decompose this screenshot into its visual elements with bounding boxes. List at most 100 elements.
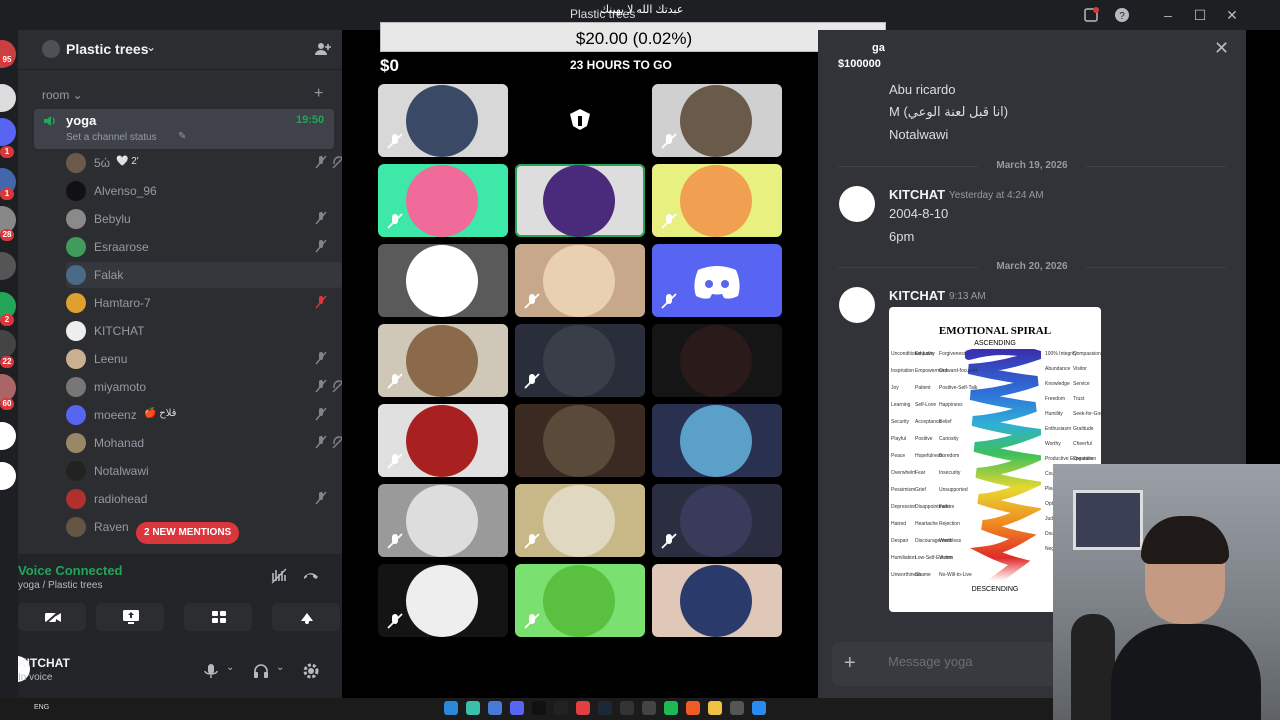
user-name[interactable]: KITCHAT	[18, 656, 70, 670]
app-icon[interactable]	[620, 701, 634, 715]
video-tile[interactable]	[515, 244, 645, 317]
create-channel-icon[interactable]: +	[314, 85, 323, 103]
video-tile[interactable]	[378, 324, 508, 397]
chevron-down-icon[interactable]: ⌄	[226, 662, 244, 680]
member-avatar	[66, 405, 86, 425]
video-tile[interactable]	[378, 84, 508, 157]
files-icon[interactable]	[488, 701, 502, 715]
add-attachment-icon[interactable]: +	[844, 652, 856, 675]
video-tile[interactable]	[515, 84, 645, 157]
video-tile[interactable]	[652, 84, 782, 157]
invite-people-icon[interactable]	[314, 40, 332, 58]
spiral-word: Freedom	[1045, 396, 1066, 402]
share-screen-button[interactable]	[96, 603, 164, 631]
voice-member[interactable]: Esraarose	[66, 234, 342, 260]
server-icon[interactable]	[0, 330, 16, 358]
disconnect-icon[interactable]	[302, 567, 320, 585]
mic-muted-icon	[524, 613, 540, 629]
mic-muted-icon	[524, 533, 540, 549]
chrome-icon[interactable]	[576, 701, 590, 715]
chevron-down-icon[interactable]: ⌄	[276, 662, 294, 680]
mic-muted-icon	[387, 213, 403, 229]
voice-connection-location[interactable]: yoga / Plastic trees	[18, 580, 102, 591]
voice-member[interactable]: Notalwawi	[66, 458, 342, 484]
mic-muted-icon	[387, 453, 403, 469]
server-icon[interactable]	[0, 462, 16, 490]
activities-button[interactable]	[184, 603, 252, 631]
pencil-icon[interactable]: ✎	[178, 131, 186, 142]
voice-member[interactable]: 5ώ 🤍 2'	[66, 150, 342, 176]
member-avatar	[66, 377, 86, 397]
member-avatar	[66, 517, 86, 537]
noise-suppression-icon[interactable]	[270, 567, 288, 585]
video-tile[interactable]	[515, 564, 645, 637]
toggle-camera-button[interactable]	[18, 603, 86, 631]
participant-avatar	[406, 405, 478, 477]
voice-member[interactable]: Leenu	[66, 346, 342, 372]
voice-member[interactable]: Hamtaro-7	[66, 290, 342, 316]
app-icon[interactable]	[466, 701, 480, 715]
server-icon[interactable]	[0, 84, 16, 112]
video-tile[interactable]	[378, 164, 508, 237]
video-tile[interactable]	[652, 324, 782, 397]
voice-member[interactable]: radiohead	[66, 486, 342, 512]
voice-member[interactable]: Mohanad	[66, 430, 342, 456]
settings-gear-icon[interactable]	[302, 662, 320, 680]
video-tile[interactable]	[652, 484, 782, 557]
discord-icon[interactable]	[510, 701, 524, 715]
video-tile[interactable]	[515, 404, 645, 477]
xbox-icon[interactable]	[642, 701, 656, 715]
video-tile[interactable]	[378, 404, 508, 477]
close-icon[interactable]: ✕	[1214, 38, 1229, 59]
server-icon[interactable]	[0, 252, 16, 280]
voice-channel-yoga[interactable]: yoga 19:50 Set a channel status ✎	[34, 109, 334, 149]
minimize-button[interactable]: –	[1158, 5, 1178, 25]
edge-icon[interactable]	[444, 701, 458, 715]
microphone-icon[interactable]	[202, 662, 220, 680]
search-icon[interactable]	[730, 701, 744, 715]
tiktok-icon[interactable]	[532, 701, 546, 715]
brave-icon[interactable]	[686, 701, 700, 715]
voice-member[interactable]: Bebylu	[66, 206, 342, 232]
windows-start-icon[interactable]	[752, 701, 766, 715]
channel-status-input[interactable]: Set a channel status	[66, 132, 157, 143]
voice-member[interactable]: Alvenso_96	[66, 178, 342, 204]
new-mentions-pill[interactable]: 2 NEW MENTIONS	[136, 522, 240, 544]
help-icon[interactable]: ?	[1113, 6, 1131, 24]
server-icon[interactable]	[0, 422, 16, 450]
voice-member[interactable]: miyamoto	[66, 374, 342, 400]
message-author[interactable]: KITCHAT	[889, 187, 945, 202]
voice-member[interactable]: moeenz 🍎 قلاح	[66, 402, 342, 428]
capcut-icon[interactable]	[554, 701, 568, 715]
maximize-button[interactable]: ☐	[1190, 5, 1210, 25]
spotify-icon[interactable]	[664, 701, 678, 715]
video-tile[interactable]	[652, 164, 782, 237]
video-tile[interactable]	[378, 484, 508, 557]
message-avatar[interactable]	[839, 186, 875, 222]
close-window-button[interactable]: ✕	[1222, 5, 1242, 25]
message-avatar[interactable]	[839, 287, 875, 323]
category-room[interactable]: room ⌄	[42, 88, 83, 102]
message-author[interactable]: KITCHAT	[889, 288, 945, 303]
explorer-icon[interactable]	[708, 701, 722, 715]
video-tile[interactable]	[515, 324, 645, 397]
guild-header[interactable]: Plastic trees ⌄	[18, 30, 342, 70]
video-tile[interactable]	[378, 564, 508, 637]
inbox-icon[interactable]	[1082, 6, 1100, 24]
user-panel: KITCHAT In voice ⌄ ⌄	[18, 648, 342, 698]
spiral-word: Joy	[891, 385, 899, 391]
soundboard-button[interactable]	[272, 603, 340, 631]
video-tile[interactable]	[515, 164, 645, 237]
video-tile[interactable]	[515, 484, 645, 557]
date-divider: March 19, 2026	[838, 160, 1226, 171]
video-tile[interactable]	[378, 244, 508, 317]
steam-icon[interactable]	[598, 701, 612, 715]
voice-member[interactable]: Falak	[66, 262, 342, 288]
language-indicator[interactable]: ENG	[34, 704, 49, 711]
video-tile[interactable]	[652, 564, 782, 637]
video-tile[interactable]	[652, 244, 782, 317]
video-tile[interactable]	[652, 404, 782, 477]
voice-member[interactable]: KITCHAT	[66, 318, 342, 344]
server-icon[interactable]	[0, 118, 16, 146]
headphones-icon[interactable]	[252, 662, 270, 680]
